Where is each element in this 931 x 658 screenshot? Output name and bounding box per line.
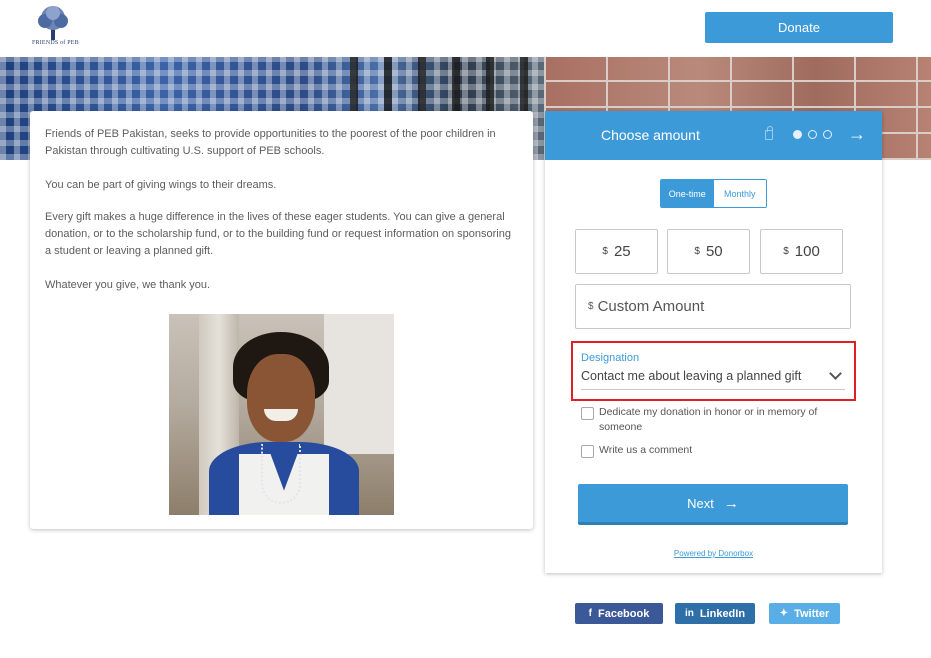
custom-amount-placeholder: Custom Amount (597, 298, 705, 315)
next-button-label: Next (687, 495, 714, 511)
student-photo (169, 314, 394, 515)
designation-label: Designation (581, 352, 640, 364)
designation-select[interactable]: Contact me about leaving a planned gift (581, 369, 845, 390)
currency-symbol: $ (602, 246, 608, 257)
arrow-right-icon: → (723, 494, 739, 512)
twitter-icon: ✦ (779, 608, 789, 619)
amount-value: 50 (705, 243, 723, 260)
currency-symbol: $ (694, 246, 700, 257)
twitter-share-button[interactable]: ✦ Twitter (769, 603, 840, 624)
lock-icon (765, 126, 773, 140)
photo-necklace (261, 444, 301, 504)
donation-form-header: Choose amount → (545, 111, 882, 160)
intro-paragraph-2: You can be part of giving wings to their… (45, 179, 277, 191)
comment-checkbox[interactable] (581, 445, 594, 458)
facebook-icon: f (588, 608, 592, 619)
custom-amount-input[interactable]: $ Custom Amount (575, 284, 851, 329)
step-dot-2 (808, 130, 817, 139)
amount-value: 25 (613, 243, 631, 260)
currency-symbol: $ (783, 246, 789, 257)
twitter-label: Twitter (794, 607, 830, 620)
top-bar: FRIENDS of PEB Donate (0, 0, 931, 57)
facebook-label: Facebook (597, 607, 650, 620)
dedicate-checkbox[interactable] (581, 407, 594, 420)
intro-card: Friends of PEB Pakistan, seeks to provid… (30, 111, 533, 529)
photo-face (247, 354, 315, 442)
logo-text: FRIENDS of PEB (32, 40, 79, 46)
step-dot-1 (793, 130, 802, 139)
linkedin-icon: in (684, 608, 694, 619)
powered-by-link[interactable]: Powered by Donorbox (545, 549, 882, 558)
currency-symbol: $ (588, 301, 594, 312)
amount-value: 100 (794, 243, 820, 260)
step-dot-3 (823, 130, 832, 139)
donate-button[interactable]: Donate (705, 12, 893, 43)
dedicate-checkbox-label: Dedicate my donation in honor or in memo… (599, 406, 818, 433)
comment-checkbox-label: Write us a comment (599, 444, 693, 456)
linkedin-label: LinkedIn (699, 607, 746, 620)
amount-option-50[interactable]: $ 50 (667, 229, 750, 274)
facebook-share-button[interactable]: f Facebook (575, 603, 663, 624)
intro-paragraph-3: Every gift makes a huge difference in th… (45, 211, 511, 257)
one-time-tab[interactable]: One-time (661, 180, 714, 207)
linkedin-share-button[interactable]: in LinkedIn (675, 603, 755, 624)
donation-form-card: Choose amount → One-time Monthly $ 25 $ … (545, 111, 882, 573)
intro-paragraph-4: Whatever you give, we thank you. (45, 279, 211, 291)
intro-paragraph-1: Friends of PEB Pakistan, seeks to provid… (45, 128, 496, 157)
photo-wall (324, 314, 394, 454)
frequency-toggle: One-time Monthly (660, 179, 767, 208)
donation-form-title: Choose amount (601, 127, 700, 143)
monthly-tab[interactable]: Monthly (713, 180, 766, 207)
next-button[interactable]: Next → (578, 484, 848, 525)
amount-option-25[interactable]: $ 25 (575, 229, 658, 274)
arrow-right-icon[interactable]: → (848, 124, 866, 145)
amount-option-100[interactable]: $ 100 (760, 229, 843, 274)
